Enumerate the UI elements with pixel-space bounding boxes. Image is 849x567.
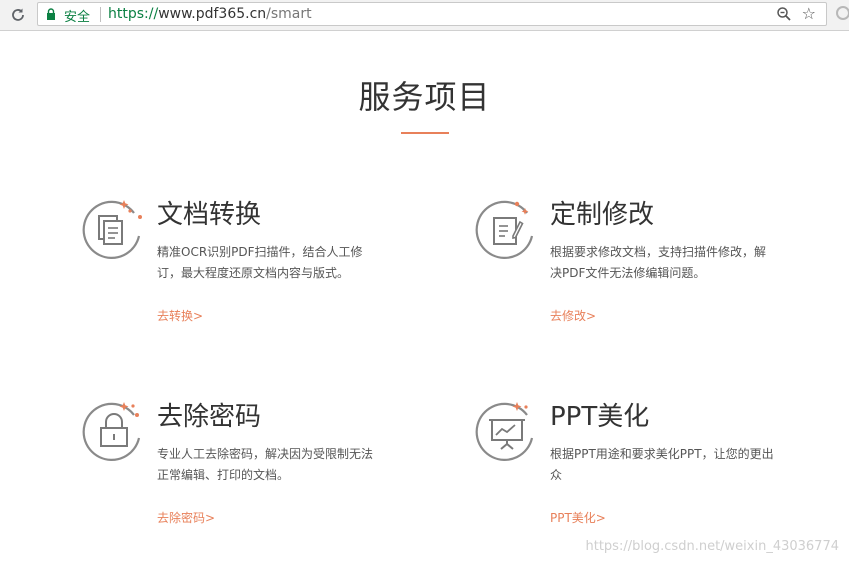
url-scheme: https:// — [108, 6, 159, 22]
service-description: 根据PPT用途和要求美化PPT，让您的更出众 — [550, 447, 774, 482]
secure-label: 安全 — [64, 10, 91, 25]
watermark: https://blog.csdn.net/weixin_43036774 — [585, 539, 839, 554]
url-text[interactable]: https://www.pdf365.cn/smart — [108, 6, 312, 22]
browser-toolbar: 安全 https://www.pdf365.cn/smart ☆ — [0, 0, 849, 31]
presentation-icon — [475, 400, 539, 464]
service-link-ppt[interactable]: PPT美化> — [550, 509, 606, 526]
service-card-remove-password: 去除密码 专业人工去除密码，解决因为受限制无法正常编辑、打印的文档。 去除密码> — [82, 400, 382, 550]
service-title: 文档转换 — [157, 200, 262, 230]
extension-icon[interactable] — [836, 6, 849, 20]
zoom-icon[interactable] — [776, 6, 792, 22]
service-title: 去除密码 — [157, 402, 262, 432]
url-host: www.pdf365.cn — [158, 6, 267, 22]
address-bar[interactable]: 安全 https://www.pdf365.cn/smart ☆ — [37, 2, 827, 26]
document-edit-icon — [475, 198, 539, 262]
lock-icon — [47, 8, 55, 20]
title-underline — [401, 132, 449, 134]
divider — [100, 7, 101, 22]
service-description: 精准OCR识别PDF扫描件，结合人工修订，最大程度还原文档内容与版式。 — [157, 245, 363, 280]
service-title: 定制修改 — [550, 200, 655, 230]
service-link-convert[interactable]: 去转换> — [157, 307, 203, 324]
service-link-remove-password[interactable]: 去除密码> — [157, 509, 215, 526]
lock-icon — [82, 400, 146, 464]
service-title: PPT美化 — [550, 402, 650, 432]
document-convert-icon — [82, 198, 146, 262]
url-path: /smart — [266, 6, 312, 22]
section-title: 服务项目 — [358, 78, 491, 116]
reload-icon[interactable] — [8, 5, 28, 25]
service-description: 根据要求修改文档，支持扫描件修改，解决PDF文件无法修编辑问题。 — [550, 245, 767, 280]
service-description: 专业人工去除密码，解决因为受限制无法正常编辑、打印的文档。 — [157, 447, 374, 482]
service-card-ppt: PPT美化 根据PPT用途和要求美化PPT，让您的更出众 PPT美化> — [475, 400, 775, 550]
service-card-convert: 文档转换 精准OCR识别PDF扫描件，结合人工修订，最大程度还原文档内容与版式。… — [82, 198, 382, 348]
star-icon[interactable]: ☆ — [802, 5, 816, 23]
service-link-edit[interactable]: 去修改> — [550, 307, 596, 324]
service-card-edit: 定制修改 根据要求修改文档，支持扫描件修改，解决PDF文件无法修编辑问题。 去修… — [475, 198, 775, 348]
